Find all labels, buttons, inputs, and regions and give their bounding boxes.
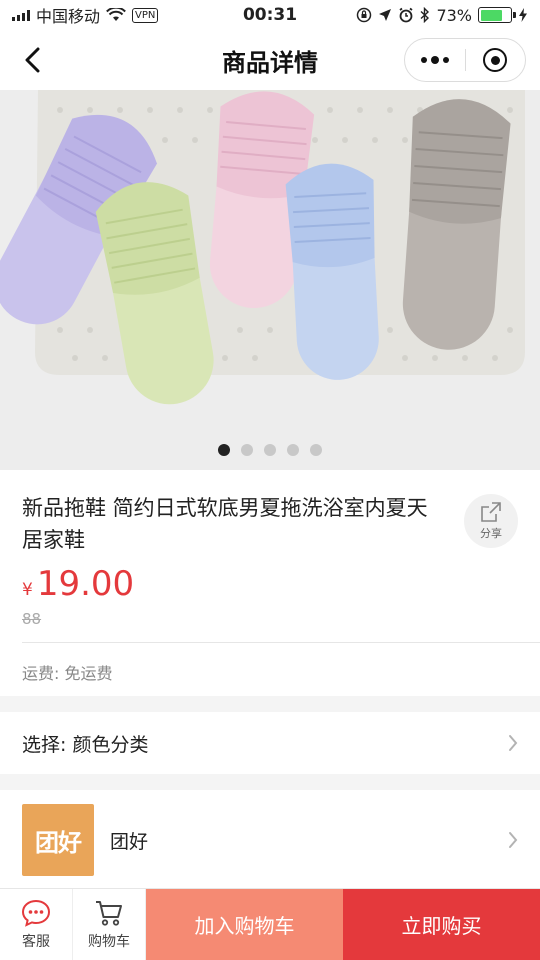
cart-label: 购物车 [88,933,130,950]
product-info-card: 新品拖鞋 简约日式软底男夏拖洗浴室内夏天居家鞋 分享 ¥ 19.00 88 运费… [0,470,540,696]
page-title: 商品详情 [222,48,318,77]
share-label: 分享 [480,527,502,540]
chat-bubble-icon [21,899,51,927]
location-icon [379,9,392,21]
mini-program-capsule [404,38,526,82]
carousel-dot[interactable] [310,444,322,456]
share-button[interactable]: 分享 [464,494,518,548]
carousel-indicators [0,444,540,456]
price-value: 19.00 [36,564,135,604]
battery-percent: 73% [436,5,472,25]
cart-icon [96,900,122,926]
carousel-dot[interactable] [264,444,276,456]
target-circle-icon [483,48,508,72]
close-mini-program-button[interactable] [466,39,526,81]
product-image [0,90,540,470]
product-title: 新品拖鞋 简约日式软底男夏拖洗浴室内夏天居家鞋 [22,496,428,552]
carousel-dot[interactable] [287,444,299,456]
status-bar: 中国移动 VPN 00:31 73% [0,0,540,30]
alarm-icon [399,7,413,23]
shop-logo-text: 团好 [35,822,82,858]
original-price: 88 [22,610,42,628]
charging-icon [519,8,527,22]
status-right: 73% [356,6,528,25]
carrier-label: 中国移动 [36,7,101,26]
buy-now-button[interactable]: 立即购买 [343,889,540,960]
chevron-right-icon [509,735,518,751]
wifi-icon [106,8,126,21]
carousel-dot[interactable] [218,444,230,456]
bottom-action-bar: 客服 购物车 加入购物车 立即购买 [0,888,540,960]
signal-icon [12,9,30,21]
bluetooth-icon [420,7,430,23]
currency-symbol: ¥ [22,580,33,600]
battery-icon [478,7,516,23]
shop-logo: 团好 [22,804,94,876]
shipping-info: 运费: 免运费 [22,664,113,683]
rotation-lock-icon [357,7,372,23]
chevron-right-icon [509,832,518,848]
back-button[interactable] [12,40,52,80]
select-options-row[interactable]: 选择: 颜色分类 [0,712,540,774]
product-image-carousel[interactable] [0,90,540,470]
share-icon [481,502,501,522]
divider [22,642,540,643]
service-label: 客服 [22,933,50,950]
customer-service-button[interactable]: 客服 [0,889,73,960]
vpn-badge: VPN [132,7,159,23]
more-dots-icon [420,55,449,64]
more-button[interactable] [405,39,465,81]
shop-name: 团好 [110,830,149,853]
carousel-dot[interactable] [241,444,253,456]
price: ¥ 19.00 [22,564,134,604]
nav-bar: 商品详情 [0,30,540,90]
cart-button[interactable]: 购物车 [73,889,146,960]
shop-row[interactable]: 团好 团好 [0,790,540,890]
select-options-label: 选择: 颜色分类 [22,733,149,756]
add-to-cart-button[interactable]: 加入购物车 [146,889,343,960]
status-left: 中国移动 VPN [12,3,159,27]
chevron-left-icon [25,47,40,73]
